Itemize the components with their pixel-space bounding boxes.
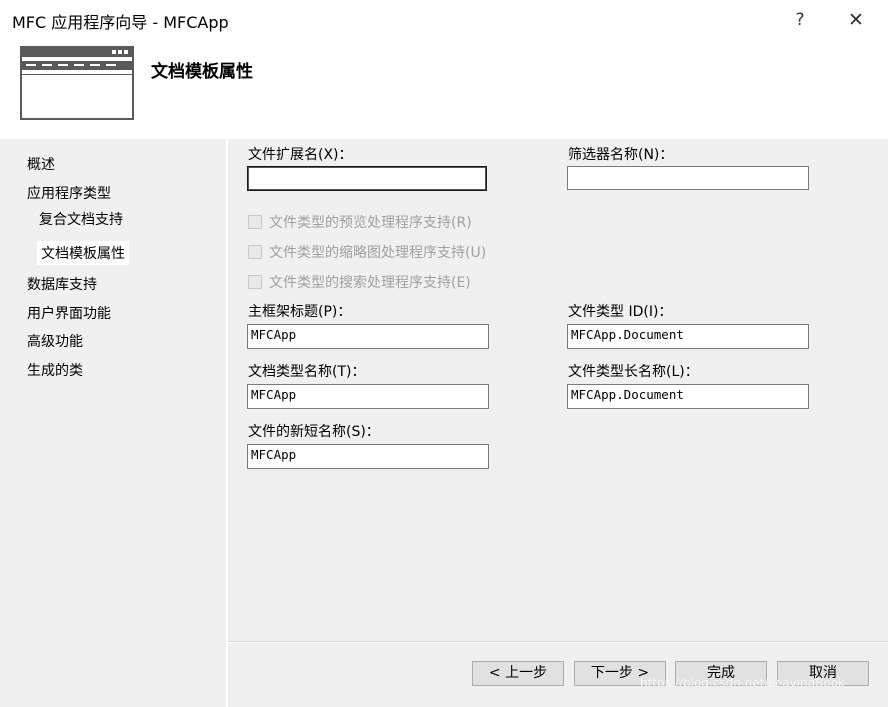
close-button[interactable]: ✕ bbox=[842, 6, 870, 34]
nav-item-app-type[interactable]: 应用程序类型 bbox=[27, 183, 111, 203]
main-frame-title-input[interactable]: MFCApp bbox=[247, 324, 489, 349]
doc-type-name-label: 文档类型名称(T)： bbox=[248, 364, 366, 380]
search-handler-checkbox[interactable]: 文件类型的搜索处理程序支持(E) bbox=[248, 272, 471, 292]
filter-name-input[interactable] bbox=[567, 166, 809, 190]
search-handler-label: 文件类型的搜索处理程序支持(E) bbox=[269, 275, 471, 291]
preview-handler-label: 文件类型的预览处理程序支持(R) bbox=[269, 215, 472, 231]
prev-button[interactable]: < 上一步 bbox=[472, 661, 564, 686]
preview-handler-checkbox[interactable]: 文件类型的预览处理程序支持(R) bbox=[248, 212, 472, 232]
thumbnail-handler-checkbox[interactable]: 文件类型的缩略图处理程序支持(U) bbox=[248, 242, 486, 262]
thumbnail-handler-label: 文件类型的缩略图处理程序支持(U) bbox=[269, 245, 487, 261]
window-title: MFC 应用程序向导 - MFCApp bbox=[12, 13, 229, 32]
help-button[interactable]: ? bbox=[786, 6, 814, 34]
file-ext-label: 文件扩展名(X)： bbox=[248, 147, 353, 163]
filter-name-label: 筛选器名称(N)： bbox=[568, 147, 674, 163]
checkbox-box bbox=[248, 245, 262, 259]
file-short-name-label: 文件的新短名称(S)： bbox=[248, 424, 380, 440]
file-short-name-input[interactable]: MFCApp bbox=[247, 444, 489, 469]
wizard-nav: 概述 应用程序类型 复合文档支持 文档模板属性 数据库支持 用户界面功能 高级功… bbox=[0, 139, 226, 707]
file-ext-input[interactable] bbox=[247, 166, 487, 191]
nav-item-overview[interactable]: 概述 bbox=[27, 154, 55, 174]
button-bar-divider bbox=[228, 641, 888, 642]
page-heading: 文档模板属性 bbox=[151, 62, 253, 82]
nav-item-ui-features[interactable]: 用户界面功能 bbox=[27, 303, 111, 323]
checkbox-box bbox=[248, 215, 262, 229]
file-type-id-label: 文件类型 ID(I)： bbox=[568, 304, 673, 320]
nav-item-compound-doc[interactable]: 复合文档支持 bbox=[39, 209, 123, 229]
checkbox-box bbox=[248, 275, 262, 289]
file-type-long-name-input[interactable]: MFCApp.Document bbox=[567, 384, 809, 409]
nav-item-advanced[interactable]: 高级功能 bbox=[27, 331, 83, 351]
main-frame-title-label: 主框架标题(P)： bbox=[248, 304, 352, 320]
doc-type-name-input[interactable]: MFCApp bbox=[247, 384, 489, 409]
file-type-long-name-label: 文件类型长名称(L)： bbox=[568, 364, 699, 380]
watermark: https://blog.csdn.net/LeavingBook bbox=[640, 676, 846, 690]
nav-item-database[interactable]: 数据库支持 bbox=[27, 274, 97, 294]
file-type-id-input[interactable]: MFCApp.Document bbox=[567, 324, 809, 349]
nav-item-generated-classes[interactable]: 生成的类 bbox=[27, 360, 83, 380]
nav-item-doc-template[interactable]: 文档模板属性 bbox=[37, 241, 129, 265]
window-template-icon bbox=[20, 46, 134, 120]
